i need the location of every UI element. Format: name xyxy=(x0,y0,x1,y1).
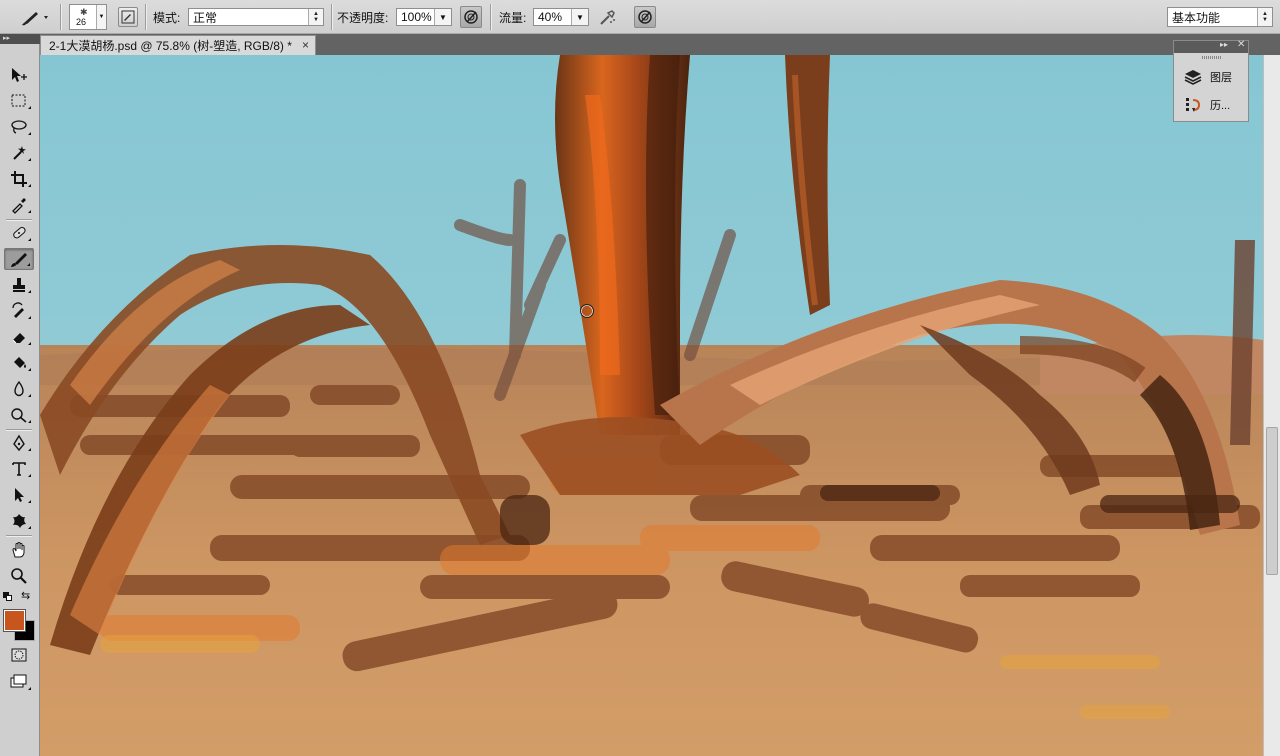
path-selection-icon xyxy=(15,488,24,502)
scrollbar-thumb[interactable] xyxy=(1266,427,1278,575)
layers-panel-label: 图层 xyxy=(1210,72,1232,84)
chevron-down-icon[interactable]: ▼ xyxy=(434,9,451,25)
magic-wand-tool[interactable] xyxy=(4,142,34,164)
default-colors-icon[interactable] xyxy=(3,592,13,602)
brush-preset-icon xyxy=(22,12,48,26)
magic-wand-icon xyxy=(13,146,26,160)
close-icon[interactable]: ✕ xyxy=(1237,39,1245,50)
blur-tool[interactable] xyxy=(4,378,34,400)
workspace-value: 基本功能 xyxy=(1172,10,1221,25)
healing-brush-tool[interactable] xyxy=(4,222,34,244)
history-panel-button[interactable]: 历... xyxy=(1182,94,1244,116)
dodge-tool[interactable] xyxy=(4,404,34,426)
panel-grip-icon[interactable] xyxy=(1202,56,1222,59)
pressure-size-icon xyxy=(638,10,652,24)
clone-stamp-tool[interactable] xyxy=(4,274,34,296)
painting-artwork xyxy=(40,55,1263,756)
pressure-opacity-icon xyxy=(464,10,478,24)
quick-mask-button[interactable] xyxy=(4,644,34,666)
move-tool[interactable] xyxy=(4,64,34,86)
hand-icon xyxy=(12,542,25,558)
panel-header[interactable]: ▸▸ ✕ xyxy=(1174,39,1248,53)
document-tab-strip: 2-1大漠胡杨.psd @ 75.8% (树-塑造, RGB/8) * × xyxy=(40,34,1280,55)
options-bar: ✱ 26 ▼ 模式: 正常 ▲▼ 不透明度: 100% ▼ 流量: 40% ▼ xyxy=(0,0,1280,34)
chevron-down-icon[interactable]: ▼ xyxy=(571,9,588,25)
history-brush-tool[interactable] xyxy=(4,300,34,322)
toolbox-collapse-icon[interactable]: ▸▸ xyxy=(0,34,40,44)
opacity-value: 100% xyxy=(401,10,432,24)
brush-size-picker[interactable]: ✱ 26 ▼ xyxy=(69,4,107,30)
zoom-icon xyxy=(11,568,27,584)
paint-bucket-icon xyxy=(14,357,26,368)
custom-shape-tool[interactable] xyxy=(4,510,34,532)
custom-shape-icon xyxy=(13,514,26,528)
layers-panel-button[interactable]: 图层 xyxy=(1182,66,1244,88)
history-brush-icon xyxy=(12,302,24,318)
brush-icon xyxy=(11,253,27,267)
lasso-tool[interactable] xyxy=(4,116,34,138)
canvas[interactable] xyxy=(40,55,1263,756)
screen-mode-icon xyxy=(10,674,27,688)
marquee-tool[interactable] xyxy=(4,90,34,112)
mode-value: 正常 xyxy=(193,10,218,25)
hand-tool[interactable] xyxy=(4,539,34,561)
drop-icon xyxy=(14,380,24,397)
workspace-select[interactable]: 基本功能 ▲ ▼ xyxy=(1167,7,1273,27)
mode-label: 模式: xyxy=(153,10,181,25)
toolbox: ▸▸ ⇆ xyxy=(0,34,40,756)
vertical-scrollbar[interactable] xyxy=(1263,55,1280,756)
marquee-icon xyxy=(11,94,26,107)
bandage-icon xyxy=(13,226,26,239)
airbrush-icon[interactable] xyxy=(598,7,618,27)
eyedropper-tool[interactable] xyxy=(4,194,34,216)
history-panel-label: 历... xyxy=(1210,100,1231,112)
type-icon xyxy=(12,462,26,476)
screen-mode-button[interactable] xyxy=(4,671,34,693)
pressure-size-button[interactable] xyxy=(634,6,656,28)
opacity-field[interactable]: 100% ▼ xyxy=(396,8,452,26)
close-icon[interactable]: × xyxy=(302,38,309,52)
eraser-tool[interactable] xyxy=(4,326,34,348)
opacity-label: 不透明度: xyxy=(337,10,389,25)
pressure-opacity-button[interactable] xyxy=(460,6,482,28)
zoom-tool[interactable] xyxy=(4,565,34,587)
paint-bucket-tool[interactable] xyxy=(4,352,34,374)
path-selection-tool[interactable] xyxy=(4,484,34,506)
expand-panels-icon[interactable]: ▸▸ xyxy=(1220,40,1228,49)
collapsed-panel-dock: ▸▸ ✕ 图层 历... xyxy=(1173,39,1249,122)
tool-preset-picker[interactable] xyxy=(20,0,50,34)
foreground-color-swatch[interactable] xyxy=(3,609,26,632)
dodge-icon xyxy=(11,408,27,423)
stamp-icon xyxy=(13,278,25,292)
type-tool[interactable] xyxy=(4,458,34,480)
quick-mask-icon xyxy=(11,648,27,662)
mode-spinner-icon: ▲ ▼ xyxy=(308,9,323,25)
document-tab-title: 2-1大漠胡杨.psd @ 75.8% (树-塑造, RGB/8) * xyxy=(49,39,292,53)
brush-panel-icon xyxy=(121,10,135,24)
swap-colors-icon[interactable]: ⇆ xyxy=(21,589,30,602)
brush-panel-toggle-button[interactable] xyxy=(118,7,138,27)
brush-tool[interactable] xyxy=(4,248,34,270)
eraser-icon xyxy=(12,333,25,344)
document-tab[interactable]: 2-1大漠胡杨.psd @ 75.8% (树-塑造, RGB/8) * × xyxy=(40,35,316,55)
lasso-icon xyxy=(11,120,27,134)
pen-icon xyxy=(13,434,25,452)
workspace-spinner-icon: ▲ ▼ xyxy=(1257,8,1272,26)
flow-label: 流量: xyxy=(499,10,527,25)
history-icon xyxy=(1182,95,1204,115)
flow-field[interactable]: 40% ▼ xyxy=(533,8,589,26)
pen-tool[interactable] xyxy=(4,432,34,454)
chevron-down-icon[interactable]: ▼ xyxy=(96,5,106,29)
crop-tool[interactable] xyxy=(4,168,34,190)
brush-size-value: 26 xyxy=(76,17,87,27)
mode-select[interactable]: 正常 ▲ ▼ xyxy=(188,8,324,26)
eyedropper-icon xyxy=(12,198,26,214)
flow-value: 40% xyxy=(538,10,563,24)
move-tool-icon xyxy=(12,68,27,82)
layers-icon xyxy=(1182,67,1204,87)
crop-icon xyxy=(11,171,27,187)
